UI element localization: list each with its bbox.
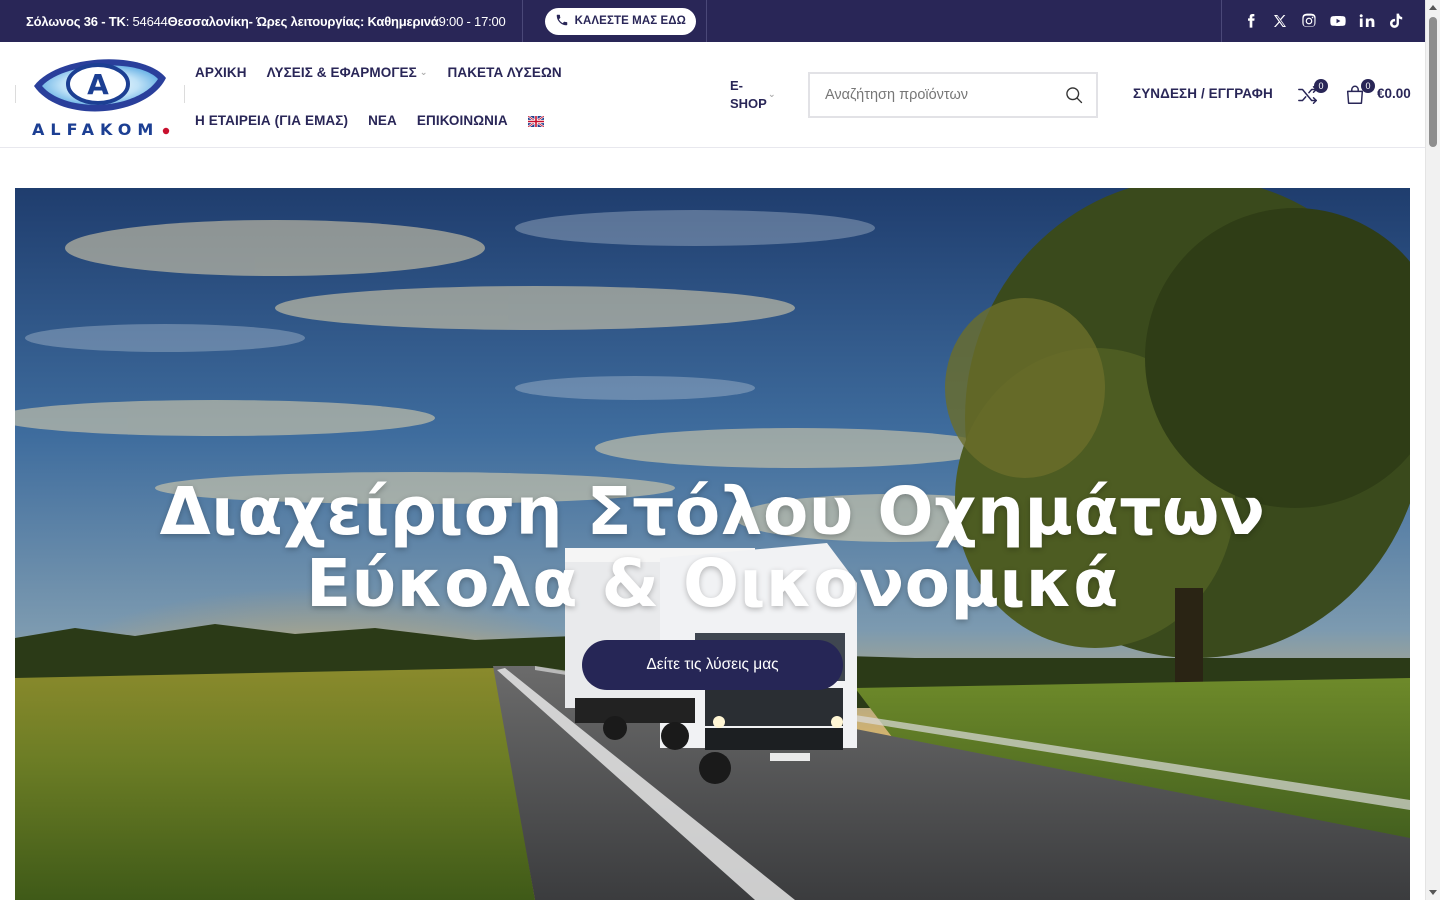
linkedin-icon[interactable] [1359,13,1375,29]
alfakom-logo[interactable]: A ALFAKOM [28,48,174,142]
cart-count-badge: 0 [1361,79,1375,93]
hero-title: Διαχείριση Στόλου Οχημάτων Εύκολα & Οικο… [15,476,1410,620]
top-bar: Σόλωνος 36 - ΤΚ : 54644 Θεσσαλονίκη- Ώρε… [0,0,1425,42]
hero-title-line-2: Εύκολα & Οικονομικά [306,545,1119,622]
eshop-label-line2: SHOP [730,96,767,111]
compare-count-badge: 0 [1314,79,1328,93]
page-scrollbar[interactable] [1425,0,1440,900]
nav-item-contact[interactable]: ΕΠΙΚΟΙΝΩΝΙΑ [417,113,508,128]
search-icon[interactable] [1052,74,1096,116]
nav-label: Η ΕΤΑΙΡΕΙΑ (ΓΙΑ ΕΜΑΣ) [195,112,349,128]
nav-item-packages[interactable]: ΠΑΚΕΤΑ ΛΥΣΕΩΝ [448,65,562,80]
shopping-bag-icon [1344,85,1366,110]
language-switcher[interactable] [527,114,545,128]
login-register-link[interactable]: ΣΥΝΔΕΣΗ / ΕΓΓΡΑΦΗ [1133,86,1273,101]
social-links [1221,0,1425,42]
hero-banner: Διαχείριση Στόλου Οχημάτων Εύκολα & Οικο… [15,188,1410,900]
tiktok-icon[interactable] [1388,13,1404,29]
scrollbar-thumb[interactable] [1429,17,1437,147]
search-form [808,72,1098,118]
instagram-icon[interactable] [1301,13,1317,29]
call-wrapper: ΚΑΛΕΣΤΕ ΜΑΣ ΕΔΩ [523,0,707,42]
main-nav-row-1: ΑΡΧΙΚΗ ΛΥΣΕΙΣ & ΕΦΑΡΜΟΓΕΣ ⌄ ΠΑΚΕΤΑ ΛΥΣΕΩΝ [195,60,582,84]
main-nav-row-2: Η ΕΤΑΙΡΕΙΑ (ΓΙΑ ΕΜΑΣ) ΝΕΑ ΕΠΙΚΟΙΝΩΝΙΑ [195,108,564,132]
compare-button[interactable]: 0 [1297,79,1328,106]
search-input[interactable] [810,74,1052,116]
chevron-down-icon: ⌄ [419,66,428,77]
nav-label: ΝΕΑ [368,112,397,128]
nav-item-eshop[interactable]: E- SHOP ⌄ [730,77,776,113]
nav-item-news[interactable]: ΝΕΑ [368,113,397,128]
address-part: Σόλωνος 36 - ΤΚ [26,13,126,29]
nav-label: ΕΠΙΚΟΙΝΩΝΙΑ [416,112,508,128]
header-divider [15,85,16,103]
cart-total[interactable]: €0.00 [1377,86,1411,101]
nav-item-home[interactable]: ΑΡΧΙΚΗ [195,65,247,80]
see-solutions-button[interactable]: Δείτε τις λύσεις μας [582,640,843,690]
nav-label: ΛΥΣΕΙΣ & ΕΦΑΡΜΟΓΕΣ [266,64,417,80]
x-icon[interactable] [1272,13,1288,29]
address-hours: 9:00 - 17:00 [438,13,506,29]
call-us-label: ΚΑΛΕΣΤΕ ΜΑΣ ΕΔΩ [574,15,686,27]
phone-icon [555,13,569,30]
youtube-icon[interactable] [1330,13,1346,29]
logo-letter: A [87,68,109,101]
scroll-down-arrow-icon[interactable] [1429,890,1437,895]
logo-wordmark: ALFAKOM [32,120,159,139]
shuffle-icon [1297,86,1319,110]
address-postcode: : 54644 [125,13,168,29]
nav-item-company[interactable]: Η ΕΤΑΙΡΕΙΑ (ΓΙΑ ΕΜΑΣ) [195,113,348,128]
nav-item-solutions[interactable]: ΛΥΣΕΙΣ & ΕΦΑΡΜΟΓΕΣ ⌄ [267,65,428,80]
eshop-label-line1: E- [730,78,743,93]
address-hours-label: Θεσσαλονίκη- Ώρες λειτουργίας: Καθημεριν… [167,13,439,29]
address-info: Σόλωνος 36 - ΤΚ : 54644 Θεσσαλονίκη- Ώρε… [0,0,523,42]
scroll-up-arrow-icon[interactable] [1429,5,1437,10]
uk-flag-icon [527,114,545,128]
nav-label: ΑΡΧΙΚΗ [195,64,247,80]
hero-title-line-1: Διαχείριση Στόλου Οχημάτων [159,473,1266,550]
call-us-button[interactable]: ΚΑΛΕΣΤΕ ΜΑΣ ΕΔΩ [544,7,696,35]
nav-label: ΠΑΚΕΤΑ ΛΥΣΕΩΝ [447,64,562,80]
chevron-down-icon: ⌄ [768,89,776,99]
facebook-icon[interactable] [1243,13,1259,29]
cart-button[interactable]: 0 [1344,79,1375,106]
header-divider [184,85,185,103]
main-header: A ALFAKOM ΑΡΧΙΚΗ ΛΥΣΕΙΣ & ΕΦΑΡΜΟΓΕΣ ⌄ ΠΑΚ… [0,42,1425,148]
